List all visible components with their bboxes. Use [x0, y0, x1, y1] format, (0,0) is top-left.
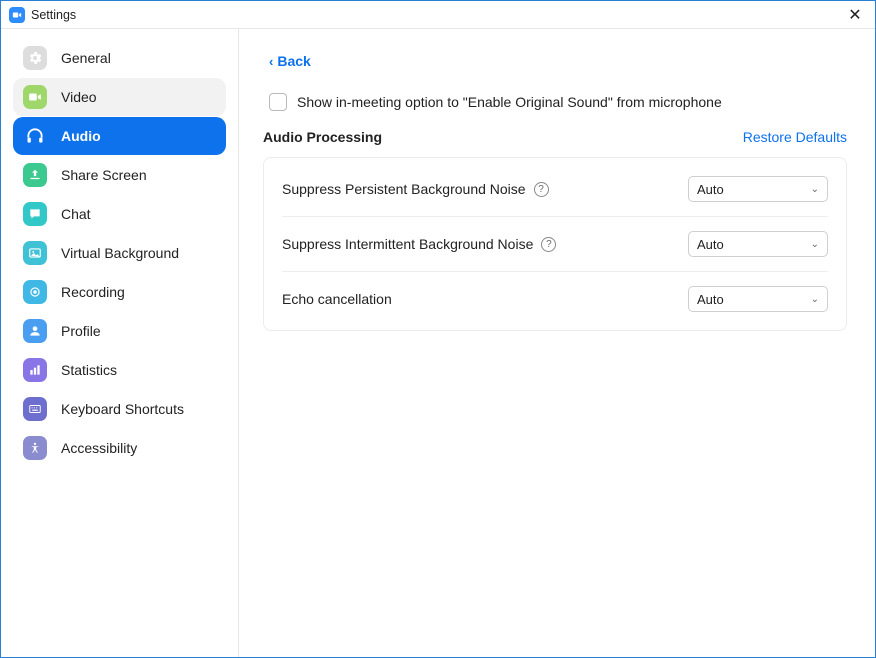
sidebar-item-label: General: [61, 50, 111, 66]
sidebar-item-accessibility[interactable]: Accessibility: [13, 429, 226, 467]
sidebar-item-virtual-background[interactable]: Virtual Background: [13, 234, 226, 272]
sidebar-item-label: Statistics: [61, 362, 117, 378]
headphones-icon: [23, 124, 47, 148]
chat-icon: [23, 202, 47, 226]
keyboard-icon: [23, 397, 47, 421]
profile-icon: [23, 319, 47, 343]
close-button[interactable]: ✕: [843, 5, 867, 25]
row-suppress-intermittent: Suppress Intermittent Background Noise ?…: [282, 216, 828, 271]
section-title: Audio Processing: [263, 129, 382, 145]
enable-original-sound-checkbox[interactable]: [269, 93, 287, 111]
chevron-down-icon: ⌄: [811, 239, 819, 250]
stats-icon: [23, 358, 47, 382]
accessibility-icon: [23, 436, 47, 460]
row-suppress-persistent: Suppress Persistent Background Noise ? A…: [282, 162, 828, 216]
sidebar-item-profile[interactable]: Profile: [13, 312, 226, 350]
enable-original-sound-row: Show in-meeting option to "Enable Origin…: [269, 93, 847, 111]
select-value: Auto: [697, 292, 724, 307]
sidebar-item-label: Keyboard Shortcuts: [61, 401, 184, 417]
chevron-down-icon: ⌄: [811, 294, 819, 305]
row-label: Suppress Intermittent Background Noise: [282, 236, 533, 252]
chevron-left-icon: ‹: [269, 54, 273, 69]
content-pane: ‹ Back Show in-meeting option to "Enable…: [239, 29, 875, 657]
sidebar-item-label: Profile: [61, 323, 101, 339]
sidebar-item-share-screen[interactable]: Share Screen: [13, 156, 226, 194]
sidebar-item-keyboard-shortcuts[interactable]: Keyboard Shortcuts: [13, 390, 226, 428]
sidebar-item-general[interactable]: General: [13, 39, 226, 77]
app-icon: [9, 7, 25, 23]
gear-icon: [23, 46, 47, 70]
echo-cancellation-select[interactable]: Auto ⌄: [688, 286, 828, 312]
window-title: Settings: [31, 8, 76, 22]
chevron-down-icon: ⌄: [811, 184, 819, 195]
share-screen-icon: [23, 163, 47, 187]
sidebar-item-statistics[interactable]: Statistics: [13, 351, 226, 389]
restore-defaults-link[interactable]: Restore Defaults: [743, 129, 847, 145]
sidebar-item-label: Video: [61, 89, 97, 105]
sidebar-item-recording[interactable]: Recording: [13, 273, 226, 311]
titlebar: Settings ✕: [1, 1, 875, 29]
sidebar-item-label: Chat: [61, 206, 91, 222]
sidebar-item-label: Virtual Background: [61, 245, 179, 261]
row-echo-cancellation: Echo cancellation Auto ⌄: [282, 271, 828, 326]
back-button[interactable]: ‹ Back: [269, 53, 311, 69]
sidebar-item-label: Audio: [61, 128, 101, 144]
image-icon: [23, 241, 47, 265]
help-icon[interactable]: ?: [534, 182, 549, 197]
suppress-intermittent-select[interactable]: Auto ⌄: [688, 231, 828, 257]
section-header: Audio Processing Restore Defaults: [263, 129, 847, 145]
sidebar-item-label: Accessibility: [61, 440, 137, 456]
settings-window: Settings ✕ General Video: [0, 0, 876, 658]
sidebar-item-label: Recording: [61, 284, 125, 300]
row-label: Suppress Persistent Background Noise: [282, 181, 526, 197]
record-icon: [23, 280, 47, 304]
close-icon: ✕: [848, 7, 861, 24]
help-icon[interactable]: ?: [541, 237, 556, 252]
sidebar: General Video Audio Share Screen: [1, 29, 239, 657]
video-icon: [23, 85, 47, 109]
suppress-persistent-select[interactable]: Auto ⌄: [688, 176, 828, 202]
audio-processing-panel: Suppress Persistent Background Noise ? A…: [263, 157, 847, 331]
sidebar-item-audio[interactable]: Audio: [13, 117, 226, 155]
sidebar-item-chat[interactable]: Chat: [13, 195, 226, 233]
sidebar-item-label: Share Screen: [61, 167, 147, 183]
select-value: Auto: [697, 237, 724, 252]
back-label: Back: [277, 53, 310, 69]
sidebar-item-video[interactable]: Video: [13, 78, 226, 116]
select-value: Auto: [697, 182, 724, 197]
checkbox-label: Show in-meeting option to "Enable Origin…: [297, 94, 722, 110]
row-label: Echo cancellation: [282, 291, 392, 307]
